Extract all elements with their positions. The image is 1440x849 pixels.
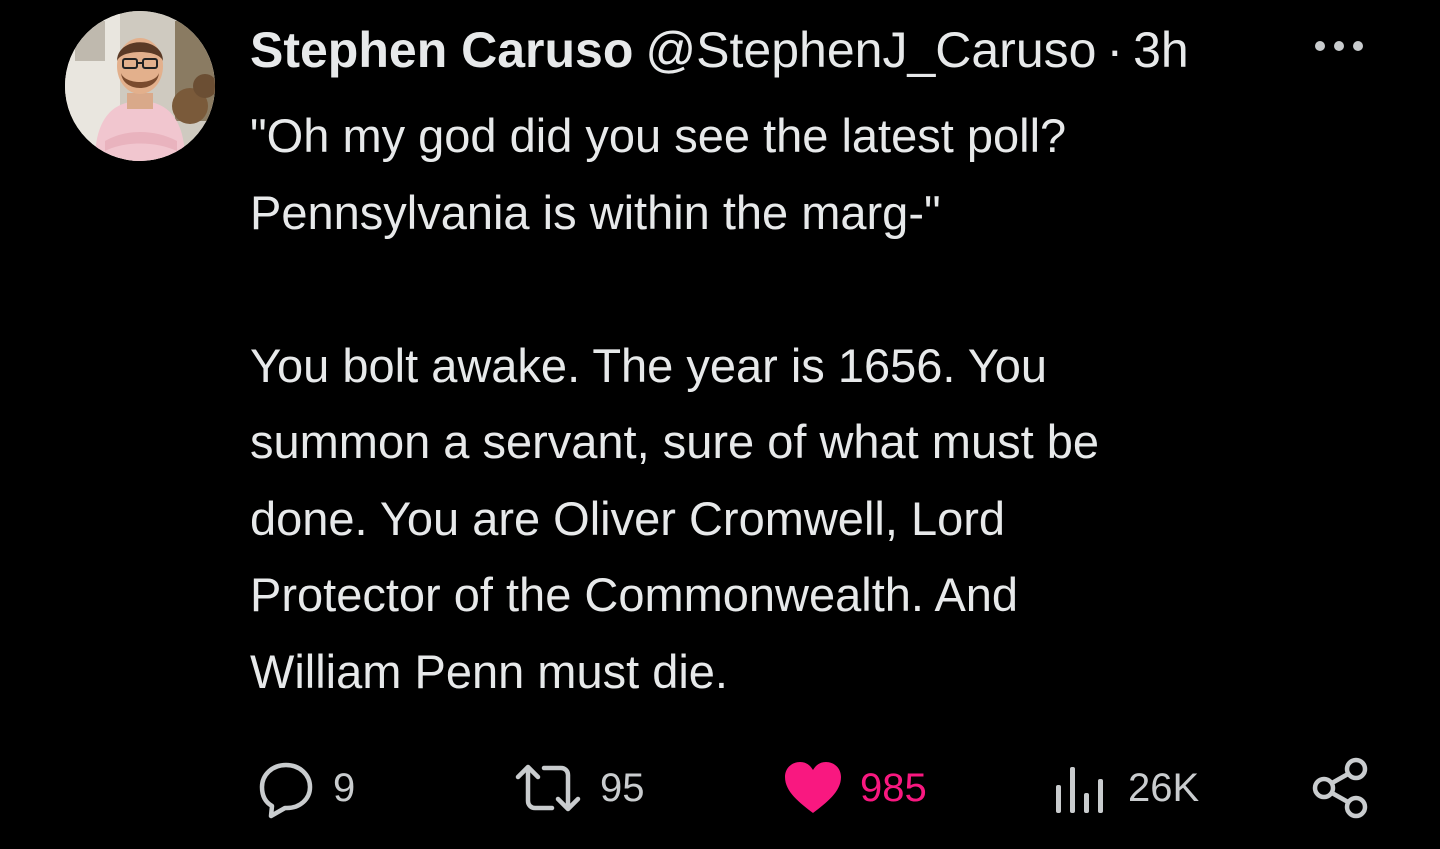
share-button[interactable] — [1310, 752, 1372, 824]
like-count: 985 — [860, 765, 927, 810]
heart-icon — [780, 755, 846, 821]
header-separator: · — [1106, 22, 1124, 78]
reply-button[interactable]: 9 — [253, 752, 355, 824]
profile-photo — [65, 11, 215, 161]
reply-count: 9 — [333, 765, 356, 810]
retweet-count: 95 — [600, 765, 645, 810]
author-handle[interactable]: @StephenJ_Caruso — [645, 18, 1096, 82]
more-dots-icon — [1315, 41, 1363, 51]
author-display-name[interactable]: Stephen Caruso — [250, 18, 633, 82]
more-options-button[interactable] — [1312, 36, 1366, 56]
tweet-actions: 9 95 985 26K — [0, 752, 1440, 824]
retweet-icon — [510, 755, 586, 821]
views-count: 26K — [1128, 765, 1200, 810]
author-avatar[interactable] — [65, 11, 215, 161]
tweet-text: "Oh my god did you see the latest poll? … — [250, 109, 1099, 698]
like-button[interactable]: 985 — [780, 752, 927, 824]
views-button[interactable]: 26K — [1050, 752, 1199, 824]
reply-icon — [253, 755, 319, 821]
tweet[interactable]: Stephen Caruso @StephenJ_Caruso · 3h "Oh… — [0, 0, 1440, 849]
tweet-timestamp[interactable]: 3h — [1133, 18, 1189, 82]
share-icon — [1310, 755, 1372, 821]
retweet-button[interactable]: 95 — [510, 752, 645, 824]
tweet-header: Stephen Caruso @StephenJ_Caruso · 3h — [250, 18, 1189, 82]
views-chart-icon — [1050, 755, 1114, 821]
